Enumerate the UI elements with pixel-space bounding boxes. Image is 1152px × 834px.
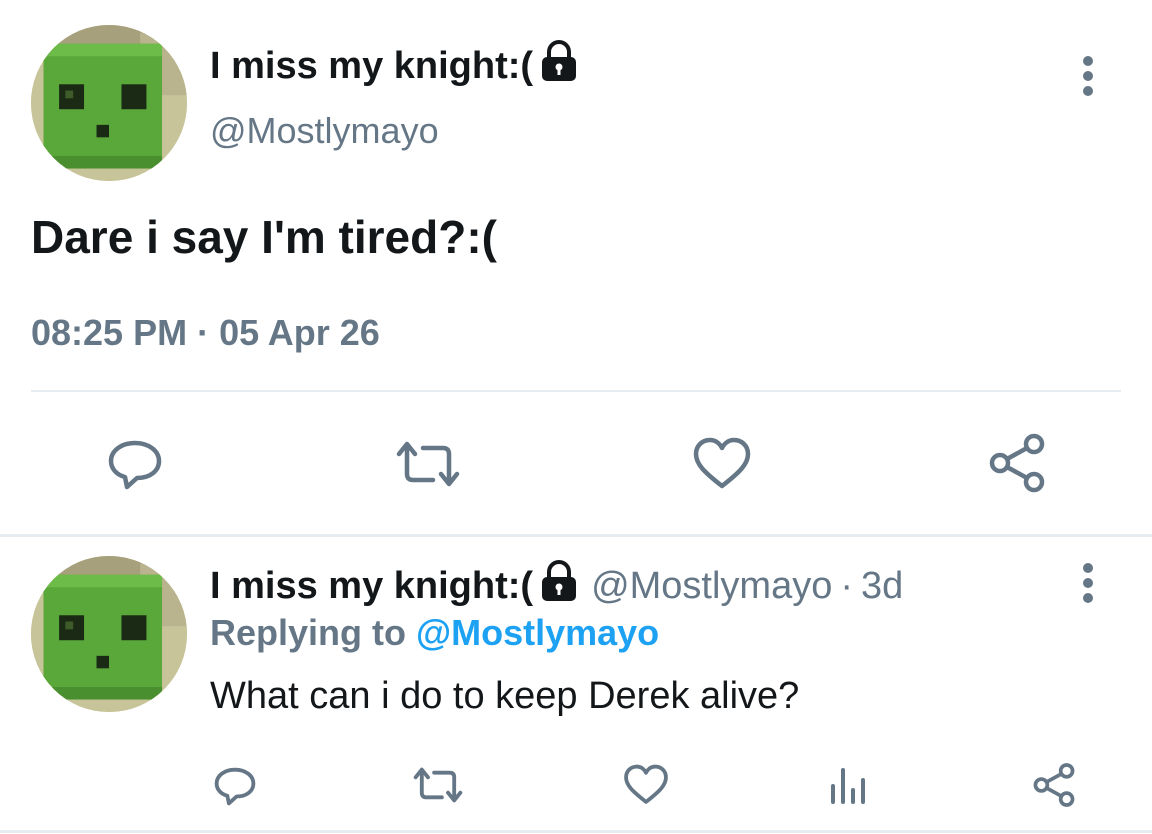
like-button[interactable]: [692, 436, 752, 492]
tweet-text: Dare i say I'm tired?:(: [31, 211, 497, 263]
reply-bubble-icon: [108, 440, 162, 490]
tweet-timestamp[interactable]: 08:25 PM · 05 Apr 26: [31, 312, 380, 354]
author-handle[interactable]: @Mostlymayo: [591, 565, 832, 608]
more-options-button[interactable]: [1072, 55, 1104, 97]
vertical-dots-icon: [1083, 56, 1093, 96]
retweet-button[interactable]: [393, 436, 463, 492]
vertical-dots-icon: [1083, 563, 1093, 603]
tweet-age[interactable]: 3d: [861, 565, 903, 608]
section-divider: [0, 534, 1152, 537]
share-button[interactable]: [985, 432, 1049, 494]
tweet-text: What can i do to keep Derek alive?: [210, 675, 800, 717]
like-button[interactable]: [623, 763, 669, 807]
reply-button[interactable]: [105, 433, 165, 493]
analytics-button[interactable]: [828, 764, 868, 806]
avatar[interactable]: [31, 556, 187, 712]
reply-button[interactable]: [212, 762, 258, 808]
replying-to-mention[interactable]: @Mostlymayo: [416, 612, 659, 653]
green-slime-avatar: [31, 25, 187, 181]
green-slime-avatar: [31, 556, 187, 712]
separator: ·: [840, 564, 854, 607]
author-name-text: I miss my knight:(: [210, 44, 534, 87]
retweet-icon: [413, 767, 463, 803]
lock-icon: [539, 560, 579, 612]
reply-header: I miss my knight:( @Mostlymayo · 3d: [210, 560, 903, 612]
divider: [31, 390, 1121, 392]
avatar[interactable]: [31, 25, 187, 181]
share-button[interactable]: [1030, 762, 1078, 808]
bar-chart-icon: [831, 768, 865, 804]
author-handle[interactable]: @Mostlymayo: [210, 110, 439, 152]
bottom-divider: [0, 830, 1152, 833]
heart-icon: [624, 764, 668, 804]
retweet-icon: [396, 441, 460, 487]
retweet-button[interactable]: [411, 763, 465, 807]
author-name[interactable]: I miss my knight:(: [210, 565, 533, 608]
replying-to: Replying to @Mostlymayo: [210, 612, 659, 654]
more-options-button[interactable]: [1072, 562, 1104, 604]
heart-icon: [693, 437, 751, 489]
replying-to-label: Replying to: [210, 612, 406, 653]
share-icon: [989, 433, 1045, 493]
share-icon: [1033, 763, 1075, 807]
lock-icon: [539, 40, 579, 92]
reply-bubble-icon: [214, 767, 256, 806]
author-name[interactable]: I miss my knight:(: [210, 40, 579, 92]
